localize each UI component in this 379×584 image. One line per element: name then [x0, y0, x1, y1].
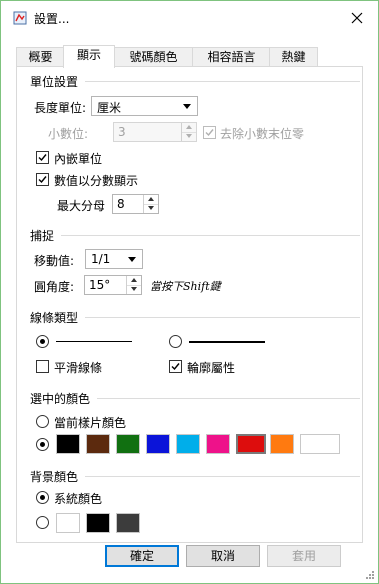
divider: [85, 81, 360, 82]
move-value-label: 移動值:: [34, 254, 75, 268]
color-swatch[interactable]: [116, 434, 140, 454]
angle-label: 圓角度:: [34, 280, 75, 294]
decimals-value: 3: [118, 125, 126, 139]
decimals-stepper: 3: [113, 122, 197, 142]
custom-selected-color-radio[interactable]: [36, 438, 49, 451]
shift-hint: 當按下Shift鍵: [150, 280, 221, 293]
divider: [85, 317, 360, 318]
color-swatch[interactable]: [206, 434, 230, 454]
ok-button[interactable]: 確定: [105, 545, 179, 567]
spin-buttons[interactable]: [126, 276, 141, 294]
title-bar[interactable]: 設置...: [1, 1, 378, 35]
smooth-lines-label: 平滑線條: [54, 361, 103, 375]
outline-properties-checkbox[interactable]: [169, 360, 182, 373]
chevron-down-icon: [183, 104, 191, 109]
decimals-label: 小數位:: [48, 127, 89, 141]
move-value: 1/1: [91, 252, 111, 266]
divider: [97, 398, 360, 399]
window-title: 設置...: [34, 12, 70, 26]
checkmark-icon: [171, 363, 180, 371]
system-color-label: 系統顏色: [54, 492, 103, 506]
system-color-radio[interactable]: [36, 491, 49, 504]
color-swatch[interactable]: [146, 434, 170, 454]
thin-line-sample: [56, 341, 132, 342]
length-unit-value: 厘米: [97, 101, 122, 115]
background-color-swatch[interactable]: [56, 513, 80, 533]
current-tile-color-radio[interactable]: [36, 415, 49, 428]
divider: [85, 476, 360, 477]
close-icon: [351, 12, 363, 24]
background-color-swatch[interactable]: [116, 513, 140, 533]
length-unit-select[interactable]: 厘米: [91, 96, 198, 116]
fraction-display-label: 數值以分數顯示: [54, 174, 139, 188]
checkmark-icon: [38, 176, 47, 184]
close-button[interactable]: [342, 5, 372, 31]
thick-line-sample: [189, 341, 265, 343]
color-swatch[interactable]: [300, 434, 340, 454]
length-unit-label: 長度單位:: [34, 101, 87, 115]
fraction-display-checkbox[interactable]: [36, 173, 49, 186]
max-denominator-stepper[interactable]: 8: [112, 194, 159, 214]
tab-hotkeys[interactable]: 熱鍵: [269, 47, 318, 67]
snap-section-title: 捕捉: [30, 229, 55, 243]
current-tile-color-label: 當前樣片顏色: [54, 416, 127, 430]
chevron-down-icon: [128, 257, 136, 262]
resize-grip-icon[interactable]: [365, 570, 375, 580]
background-color-section-title: 背景顏色: [30, 470, 79, 484]
divider: [61, 235, 360, 236]
spin-down-icon[interactable]: [127, 285, 141, 294]
move-value-select[interactable]: 1/1: [85, 249, 143, 269]
display-panel: 單位設置 長度單位: 厘米 小數位: 3 去除小數末位零 內嵌單位 數值以分數顯…: [16, 66, 363, 543]
app-icon: [13, 11, 27, 25]
line-type-thin-radio[interactable]: [36, 335, 49, 348]
checkmark-icon: [38, 154, 47, 162]
spin-down-icon: [182, 132, 196, 141]
settings-dialog: 設置... 概要 顯示 號碼顏色 相容語言 熱鍵 單位設置 長度單位: 厘米 小…: [0, 0, 379, 584]
spin-buttons[interactable]: [143, 195, 158, 213]
background-color-swatch[interactable]: [86, 513, 110, 533]
selected-color-section-title: 選中的顏色: [30, 392, 91, 406]
angle-stepper[interactable]: 15°: [84, 275, 142, 295]
tab-display[interactable]: 顯示: [63, 45, 115, 68]
max-denominator-label: 最大分母: [57, 199, 106, 213]
remove-zeros-label: 去除小數末位零: [220, 127, 305, 141]
embed-units-checkbox[interactable]: [36, 151, 49, 164]
apply-button: 套用: [267, 545, 341, 567]
remove-zeros-checkbox[interactable]: [203, 126, 216, 139]
checkmark-icon: [205, 129, 214, 137]
smooth-lines-checkbox[interactable]: [36, 360, 49, 373]
cancel-button[interactable]: 取消: [186, 545, 260, 567]
tab-overview[interactable]: 概要: [16, 47, 65, 67]
custom-background-radio[interactable]: [36, 516, 49, 529]
embed-units-label: 內嵌單位: [54, 152, 103, 166]
color-swatch[interactable]: [236, 434, 266, 454]
color-swatch[interactable]: [176, 434, 200, 454]
tab-number-colors[interactable]: 號碼顏色: [113, 47, 194, 67]
spin-buttons: [181, 123, 196, 141]
line-type-thick-radio[interactable]: [169, 335, 182, 348]
color-swatch[interactable]: [86, 434, 110, 454]
color-swatch[interactable]: [56, 434, 80, 454]
color-swatch[interactable]: [270, 434, 294, 454]
spin-down-icon[interactable]: [144, 204, 158, 213]
units-section-title: 單位設置: [30, 75, 79, 89]
max-denominator-value: 8: [117, 197, 125, 211]
line-type-section-title: 線條類型: [30, 311, 79, 325]
tab-compatible-languages[interactable]: 相容語言: [192, 47, 271, 67]
outline-properties-label: 輪廓屬性: [187, 361, 236, 375]
angle-value: 15°: [89, 278, 111, 292]
